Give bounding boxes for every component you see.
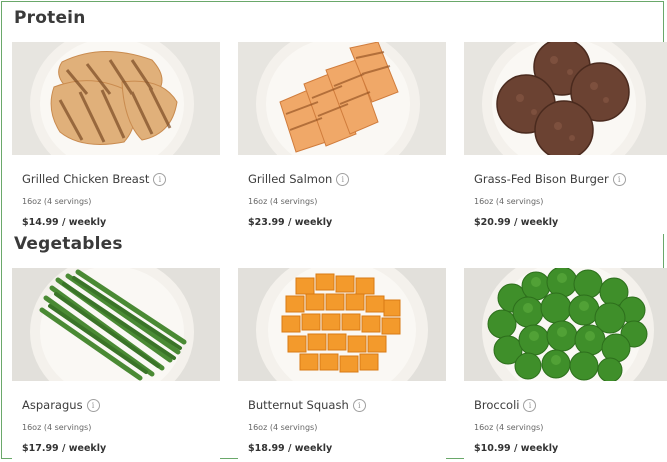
info-icon[interactable]: i: [153, 173, 167, 186]
product-name[interactable]: Grilled Chicken Breast i: [22, 172, 167, 186]
bison-burger-photo[interactable]: [464, 42, 667, 155]
product-size: 16oz (4 servings): [248, 197, 318, 206]
product-name[interactable]: Broccoli i: [474, 398, 537, 412]
product-catalog: Protein Grilled Chicken Breast i 16oz (4…: [1, 1, 667, 460]
product-name[interactable]: Grass-Fed Bison Burger i: [474, 172, 626, 186]
product-name-text[interactable]: Broccoli: [474, 398, 519, 412]
grilled-chicken-photo[interactable]: [12, 42, 220, 155]
product-name-text[interactable]: Grilled Salmon: [248, 172, 332, 186]
product-name-text[interactable]: Grass-Fed Bison Burger: [474, 172, 609, 186]
product-name-text[interactable]: Asparagus: [22, 398, 83, 412]
product-size: 16oz (4 servings): [474, 197, 544, 206]
product-price: $23.99 / weekly: [248, 217, 333, 228]
info-icon[interactable]: i: [352, 399, 366, 412]
product-size: 16oz (4 servings): [474, 423, 544, 432]
product-price: $14.99 / weekly: [22, 217, 107, 228]
broccoli-photo[interactable]: [464, 268, 667, 381]
product-price: $20.99 / weekly: [474, 217, 559, 228]
product-name-text[interactable]: Butternut Squash: [248, 398, 349, 412]
product-name-text[interactable]: Grilled Chicken Breast: [22, 172, 149, 186]
product-size: 16oz (4 servings): [248, 423, 318, 432]
product-size: 16oz (4 servings): [22, 423, 92, 432]
product-name[interactable]: Grilled Salmon i: [248, 172, 350, 186]
product-price: $10.99 / weekly: [474, 443, 559, 454]
product-card-broccoli[interactable]: Broccoli i 16oz (4 servings) $10.99 / wee…: [464, 268, 667, 460]
info-icon[interactable]: i: [336, 173, 350, 186]
section-title-vegetables: Vegetables: [14, 234, 123, 254]
section-title-protein: Protein: [14, 8, 86, 28]
product-size: 16oz (4 servings): [22, 197, 92, 206]
asparagus-photo[interactable]: [12, 268, 220, 381]
grilled-salmon-photo[interactable]: [238, 42, 446, 155]
product-card-butternut-squash[interactable]: Butternut Squash i 16oz (4 servings) $18.…: [238, 268, 446, 460]
info-icon[interactable]: i: [612, 173, 626, 186]
product-price: $17.99 / weekly: [22, 443, 107, 454]
info-icon[interactable]: i: [523, 399, 537, 412]
product-name[interactable]: Asparagus i: [22, 398, 100, 412]
info-icon[interactable]: i: [86, 399, 100, 412]
product-price: $18.99 / weekly: [248, 443, 333, 454]
product-card-grilled-salmon[interactable]: Grilled Salmon i 16oz (4 servings) $23.99…: [238, 42, 446, 234]
product-name[interactable]: Butternut Squash i: [248, 398, 366, 412]
product-card-bison-burger[interactable]: Grass-Fed Bison Burger i 16oz (4 servings…: [464, 42, 667, 234]
product-card-grilled-chicken[interactable]: Grilled Chicken Breast i 16oz (4 servings…: [12, 42, 220, 234]
butternut-squash-photo[interactable]: [238, 268, 446, 381]
product-card-asparagus[interactable]: Asparagus i 16oz (4 servings) $17.99 / we…: [12, 268, 220, 460]
